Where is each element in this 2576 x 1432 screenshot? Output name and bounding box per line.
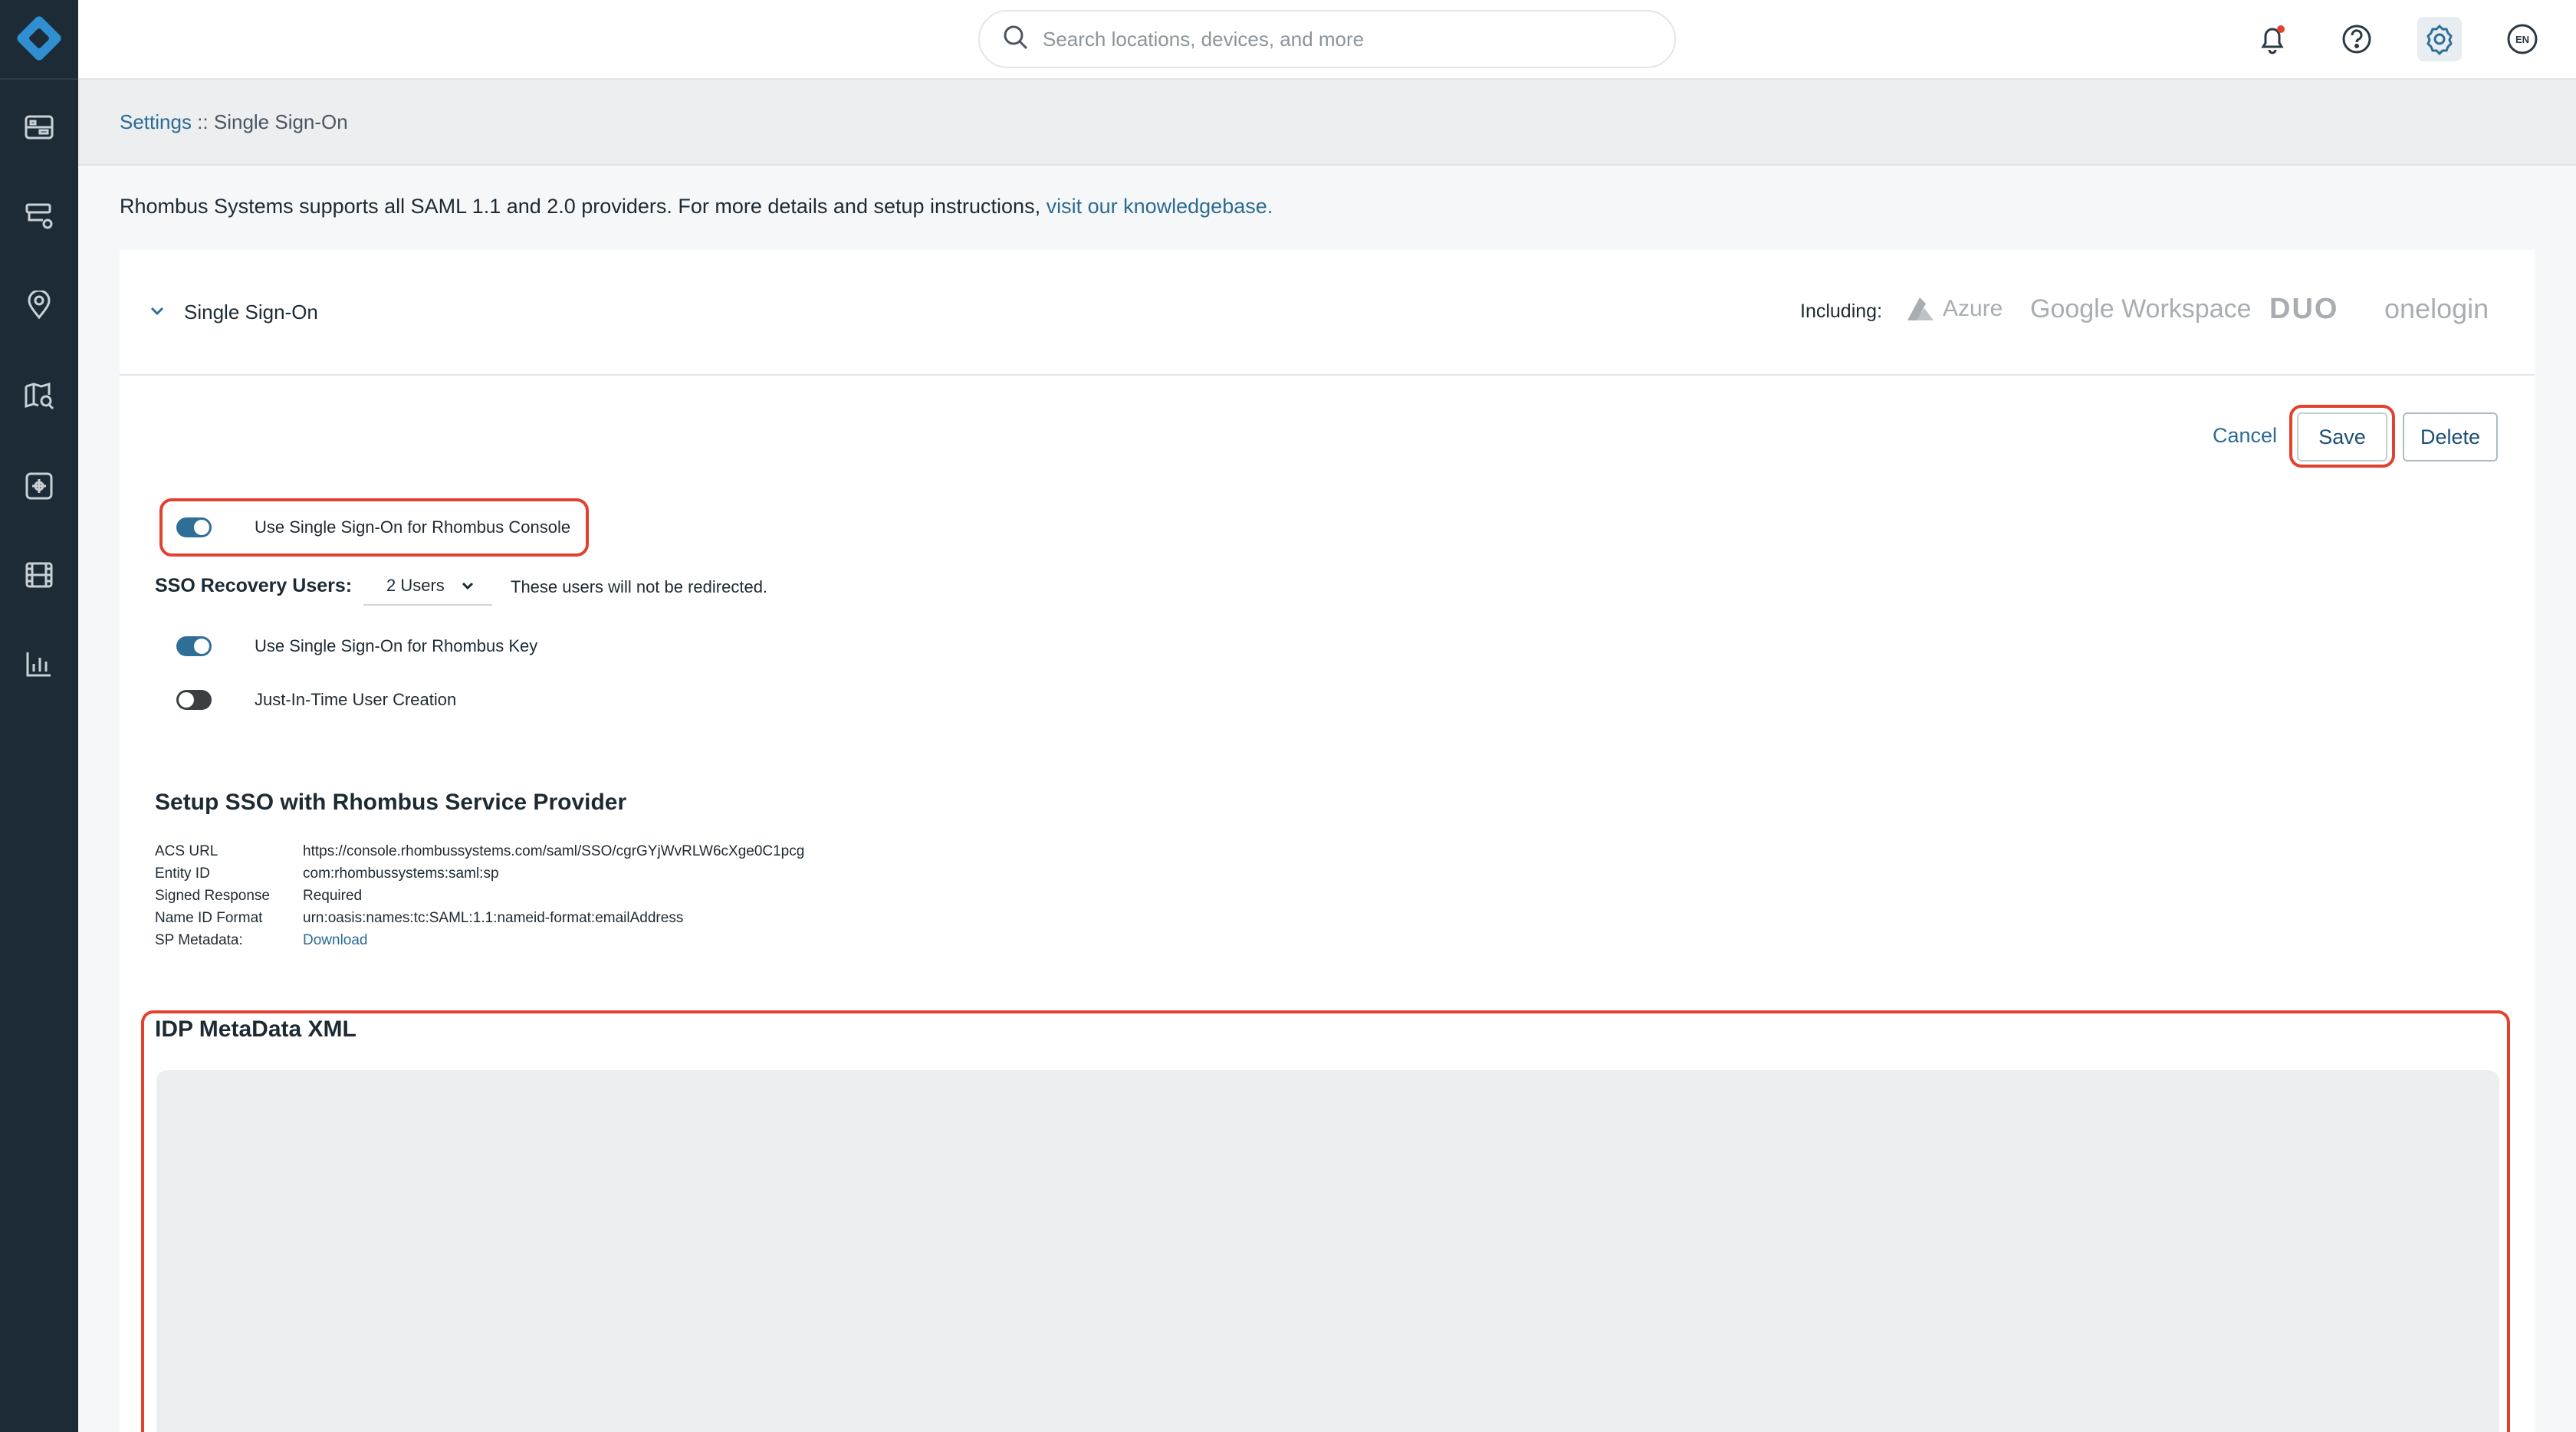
- language-button[interactable]: EN: [2500, 17, 2545, 61]
- gear-icon[interactable]: [2417, 17, 2462, 61]
- idp-metadata-title: IDP MetaData XML: [155, 1017, 356, 1042]
- recovery-users-value: 2 Users: [386, 576, 445, 595]
- recovery-users-select[interactable]: 2 Users: [363, 567, 492, 606]
- sp-metadata-row: SP Metadata: Download: [155, 932, 804, 954]
- jit-user-toggle[interactable]: [176, 690, 212, 710]
- chevron-down-icon: [460, 578, 475, 598]
- entity-id-value: com:rhombussystems:saml:sp: [303, 865, 499, 882]
- sidebar: [0, 0, 78, 1432]
- intro-text: Rhombus Systems supports all SAML 1.1 an…: [120, 195, 1273, 218]
- sp-metadata-key: SP Metadata:: [155, 932, 243, 948]
- including-label: Including:: [1800, 301, 1883, 322]
- map-search-icon[interactable]: [21, 377, 58, 414]
- sidebar-divider: [0, 78, 78, 80]
- idp-metadata-textarea[interactable]: [156, 1070, 2499, 1432]
- top-bar: EN: [78, 0, 2576, 80]
- azure-logo: Azure: [1906, 296, 2003, 322]
- onelogin-logo: onelogin: [2384, 293, 2489, 324]
- delete-button[interactable]: Delete: [2403, 412, 2498, 461]
- key-sso-label: Use Single Sign-On for Rhombus Key: [255, 636, 538, 655]
- breadcrumb-separator: ::: [191, 110, 214, 133]
- breadcrumb-settings-link[interactable]: Settings: [120, 110, 192, 133]
- key-sso-toggle[interactable]: [176, 636, 212, 656]
- sp-details: ACS URL https://console.rhombussystems.co…: [155, 843, 804, 954]
- integrations-icon[interactable]: [21, 468, 58, 504]
- name-id-format-value: urn:oasis:names:tc:SAML:1.1:nameid-forma…: [303, 910, 684, 926]
- console-sso-label: Use Single Sign-On for Rhombus Console: [255, 517, 571, 537]
- recovery-users-label: SSO Recovery Users:: [155, 575, 353, 596]
- breadcrumb-current: Single Sign-On: [213, 110, 348, 133]
- acs-url-row: ACS URL https://console.rhombussystems.co…: [155, 843, 804, 865]
- video-icon[interactable]: [21, 557, 58, 593]
- cancel-button[interactable]: Cancel: [2202, 411, 2288, 460]
- acs-url-key: ACS URL: [155, 843, 219, 859]
- recovery-users-note: These users will not be redirected.: [511, 577, 768, 596]
- google-workspace-logo: Google Workspace: [2030, 294, 2252, 324]
- language-label: EN: [2515, 33, 2530, 45]
- acs-url-value: https://console.rhombussystems.com/saml/…: [303, 843, 805, 859]
- save-button[interactable]: Save: [2297, 412, 2387, 461]
- azure-logo-text: Azure: [1943, 296, 2003, 321]
- breadcrumb: Settings :: Single Sign-On: [120, 110, 348, 134]
- search-bar[interactable]: [978, 10, 1676, 68]
- signed-response-key: Signed Response: [155, 888, 270, 904]
- bell-icon[interactable]: [2250, 17, 2295, 61]
- sso-card-title: Single Sign-On: [184, 301, 318, 324]
- signed-response-row: Signed Response Required: [155, 888, 804, 910]
- search-icon: [1003, 25, 1029, 54]
- reports-icon[interactable]: [21, 645, 58, 682]
- chevron-down-icon[interactable]: [147, 301, 167, 324]
- entity-id-key: Entity ID: [155, 865, 210, 882]
- signed-response-value: Required: [303, 888, 363, 904]
- duo-logo: DUO: [2269, 293, 2339, 325]
- jit-user-label: Just-In-Time User Creation: [255, 690, 457, 709]
- help-icon[interactable]: [2334, 17, 2379, 61]
- name-id-format-key: Name ID Format: [155, 910, 263, 926]
- logo-icon[interactable]: [12, 11, 66, 66]
- search-input[interactable]: [1043, 27, 1641, 51]
- sso-card-header[interactable]: Single Sign-On Including: Azure Google W…: [120, 250, 2535, 376]
- knowledgebase-link[interactable]: visit our knowledgebase.: [1046, 195, 1273, 218]
- name-id-format-row: Name ID Format urn:oasis:names:tc:SAML:1.…: [155, 910, 804, 932]
- setup-section-title: Setup SSO with Rhombus Service Provider: [155, 790, 627, 815]
- console-sso-toggle[interactable]: [176, 517, 212, 537]
- devices-icon[interactable]: [21, 198, 58, 235]
- entity-id-row: Entity ID com:rhombussystems:saml:sp: [155, 865, 804, 888]
- location-icon[interactable]: [21, 287, 58, 324]
- intro-description: Rhombus Systems supports all SAML 1.1 an…: [120, 195, 1046, 218]
- dashboard-icon[interactable]: [21, 109, 58, 146]
- sp-metadata-download-link[interactable]: Download: [303, 932, 368, 948]
